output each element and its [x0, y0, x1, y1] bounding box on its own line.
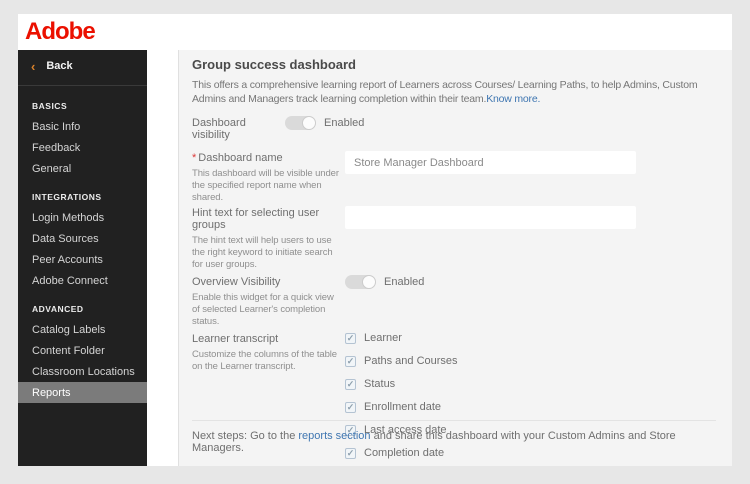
adobe-logo: Adobe — [25, 18, 96, 45]
dashboard-settings-form: Dashboard visibility Enabled * Dashboard … — [192, 116, 716, 466]
overview-visibility-label: Overview Visibility — [192, 276, 281, 288]
top-header: Adobe — [18, 14, 732, 50]
dashboard-visibility-label: Dashboard visibility — [192, 117, 246, 141]
checkbox-row-enrollment-date[interactable]: ✓ Enrollment date — [345, 401, 716, 413]
sidebar-item-peer-accounts[interactable]: Peer Accounts — [18, 249, 147, 270]
toggle-knob — [302, 116, 316, 130]
hint-text-helper: The hint text will help users to use the… — [192, 235, 333, 270]
reports-section-link[interactable]: reports section — [298, 430, 370, 442]
hint-text-input[interactable] — [345, 206, 636, 229]
sidebar-item-adobe-connect[interactable]: Adobe Connect — [18, 270, 147, 291]
sidebar-item-login-methods[interactable]: Login Methods — [18, 207, 147, 228]
dashboard-name-label: * Dashboard name — [192, 152, 283, 164]
toggle-knob — [362, 275, 376, 289]
section-header-integrations: INTEGRATIONS — [32, 192, 102, 202]
checkbox-row-paths-and-courses[interactable]: ✓ Paths and Courses — [345, 355, 716, 367]
overview-visibility-helper: Enable this widget for a quick view of s… — [192, 292, 334, 327]
description-text: This offers a comprehensive learning rep… — [192, 79, 698, 105]
required-asterisk: * — [192, 152, 197, 164]
dashboard-visibility-toggle[interactable] — [285, 116, 316, 130]
settings-sidebar: ‹ Back BASICS Basic Info Feedback Genera… — [18, 50, 147, 466]
back-button[interactable]: ‹ Back — [18, 50, 147, 80]
sidebar-section-advanced: ADVANCED Catalog Labels Content Folder C… — [18, 304, 147, 403]
sidebar-section-integrations: INTEGRATIONS Login Methods Data Sources … — [18, 192, 147, 291]
section-header-advanced: ADVANCED — [32, 304, 84, 314]
sidebar-item-data-sources[interactable]: Data Sources — [18, 228, 147, 249]
sidebar-item-feedback[interactable]: Feedback — [18, 137, 147, 158]
row-dashboard-visibility: Dashboard visibility Enabled — [192, 116, 716, 141]
overview-visibility-state: Enabled — [384, 276, 425, 288]
learner-transcript-label: Learner transcript — [192, 333, 279, 345]
know-more-link[interactable]: Know more. — [486, 93, 540, 105]
app-window: Adobe ‹ Back BASICS Basic Info Feedback … — [18, 14, 732, 466]
page-description: This offers a comprehensive learning rep… — [192, 79, 716, 106]
checkbox-checked-icon[interactable]: ✓ — [345, 355, 356, 367]
back-chevron-icon: ‹ — [31, 58, 36, 74]
next-steps-prefix: Next steps: Go to the — [192, 430, 299, 442]
checkbox-label: Paths and Courses — [364, 355, 458, 367]
checkbox-label: Enrollment date — [364, 401, 442, 413]
sidebar-item-reports[interactable]: Reports — [18, 382, 147, 403]
dashboard-name-input[interactable] — [345, 151, 636, 174]
next-steps-note: Next steps: Go to the reports section an… — [192, 420, 716, 454]
sidebar-divider — [18, 85, 147, 86]
overview-visibility-toggle[interactable] — [345, 275, 376, 289]
row-hint-text: Hint text for selecting user groups The … — [192, 206, 716, 271]
section-header-basics: BASICS — [32, 101, 68, 111]
row-dashboard-name: * Dashboard name This dashboard will be v… — [192, 151, 716, 204]
checkbox-checked-icon[interactable]: ✓ — [345, 401, 356, 413]
sidebar-item-content-folder[interactable]: Content Folder — [18, 340, 147, 361]
back-label: Back — [46, 60, 73, 72]
checkbox-checked-icon[interactable]: ✓ — [345, 378, 356, 390]
sidebar-content-gutter — [147, 50, 178, 466]
sidebar-section-basics: BASICS Basic Info Feedback General — [18, 101, 147, 179]
checkbox-checked-icon[interactable]: ✓ — [345, 332, 356, 344]
sidebar-item-classroom-locations[interactable]: Classroom Locations — [18, 361, 147, 382]
page-title: Group success dashboard — [192, 57, 356, 72]
checkbox-label: Learner — [364, 332, 402, 344]
sidebar-item-general[interactable]: General — [18, 158, 147, 179]
learner-transcript-helper: Customize the columns of the table on th… — [192, 349, 337, 372]
sidebar-item-basic-info[interactable]: Basic Info — [18, 116, 147, 137]
dashboard-name-helper: This dashboard will be visible under the… — [192, 168, 339, 203]
sidebar-item-catalog-labels[interactable]: Catalog Labels — [18, 319, 147, 340]
row-overview-visibility: Overview Visibility Enable this widget f… — [192, 275, 716, 328]
checkbox-label: Status — [364, 378, 396, 390]
dashboard-visibility-state: Enabled — [324, 117, 365, 129]
main-content: Group success dashboard This offers a co… — [178, 50, 732, 466]
checkbox-row-status[interactable]: ✓ Status — [345, 378, 716, 390]
hint-text-label: Hint text for selecting user groups — [192, 207, 320, 231]
checkbox-row-learner[interactable]: ✓ Learner — [345, 332, 716, 344]
